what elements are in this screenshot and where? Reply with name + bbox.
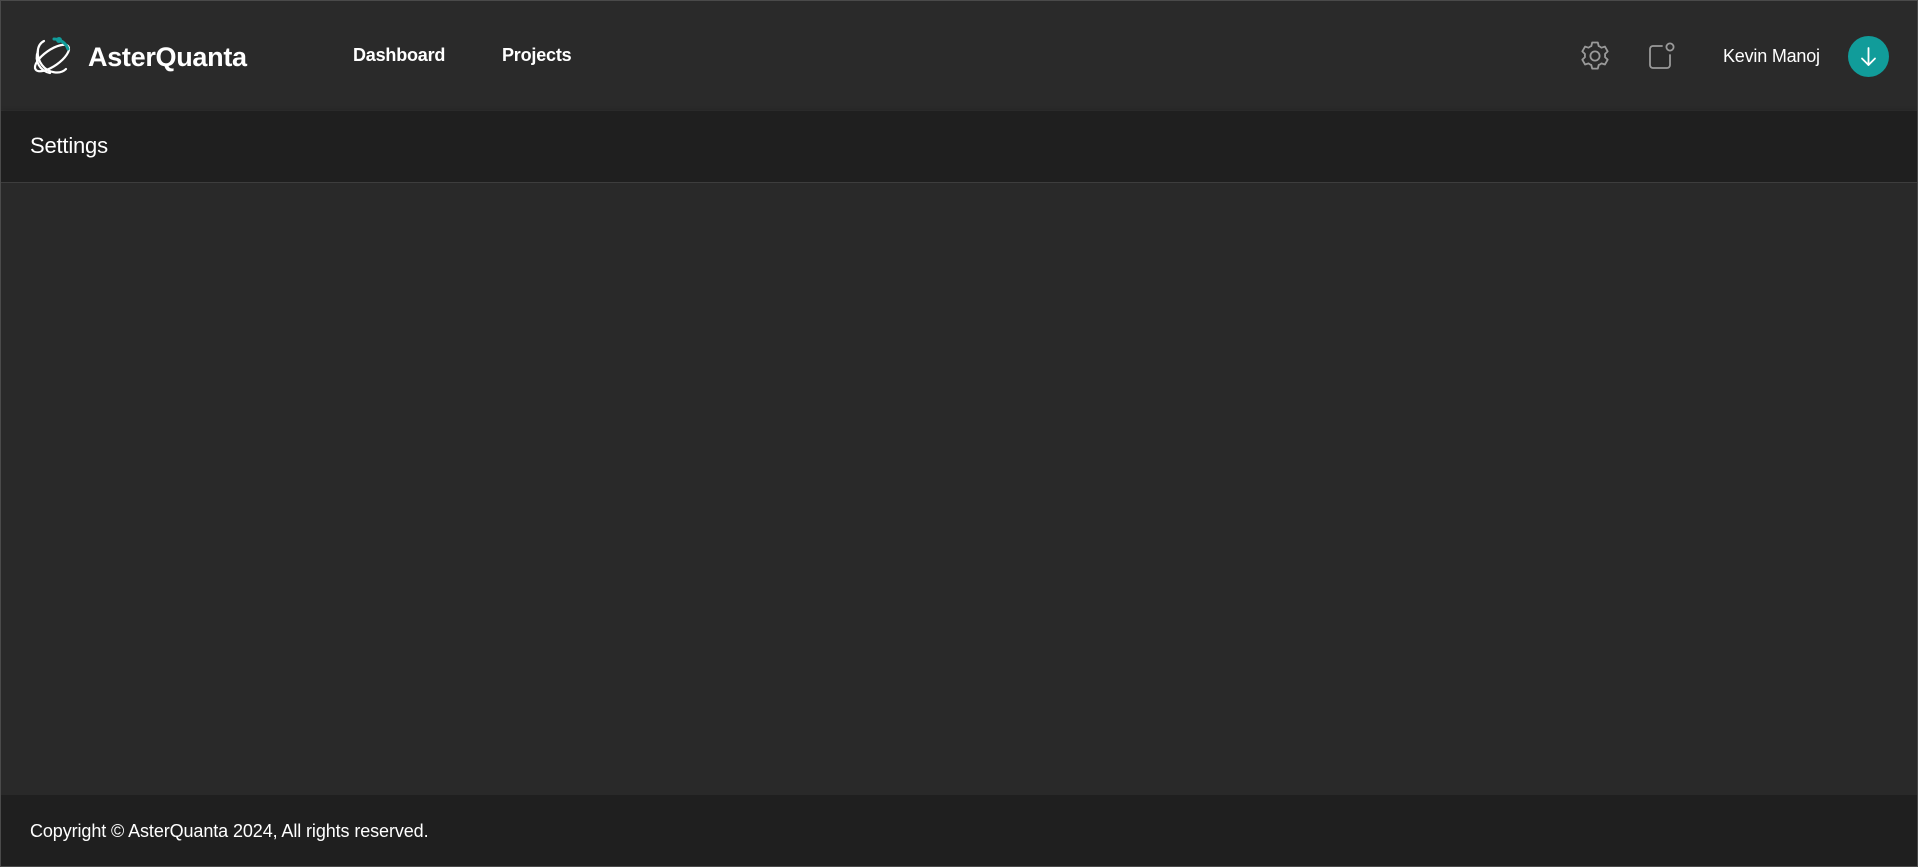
- page-header: Settings: [1, 111, 1917, 183]
- arrow-down-icon: [1861, 47, 1876, 66]
- brand[interactable]: AsterQuanta: [30, 35, 247, 79]
- footer: Copyright © AsterQuanta 2024, All rights…: [1, 795, 1917, 866]
- avatar[interactable]: [1848, 36, 1889, 77]
- copyright-text: Copyright © AsterQuanta 2024, All rights…: [30, 821, 429, 841]
- user-name[interactable]: Kevin Manoj: [1723, 46, 1820, 67]
- gear-icon: [1581, 41, 1609, 70]
- atom-orbit-logo-icon: [33, 37, 71, 75]
- nav-dashboard[interactable]: Dashboard: [353, 45, 445, 66]
- notifications-button[interactable]: [1643, 38, 1679, 74]
- page-title: Settings: [30, 133, 108, 158]
- app-window: AsterQuanta Dashboard Projects Kevin Man…: [0, 0, 1918, 867]
- top-navbar: AsterQuanta Dashboard Projects Kevin Man…: [1, 1, 1917, 111]
- brand-name: AsterQuanta: [88, 41, 247, 72]
- notification-badge-icon: [1649, 42, 1675, 69]
- settings-button[interactable]: [1577, 38, 1613, 74]
- nav-projects[interactable]: Projects: [502, 45, 572, 66]
- main-content: [1, 183, 1917, 795]
